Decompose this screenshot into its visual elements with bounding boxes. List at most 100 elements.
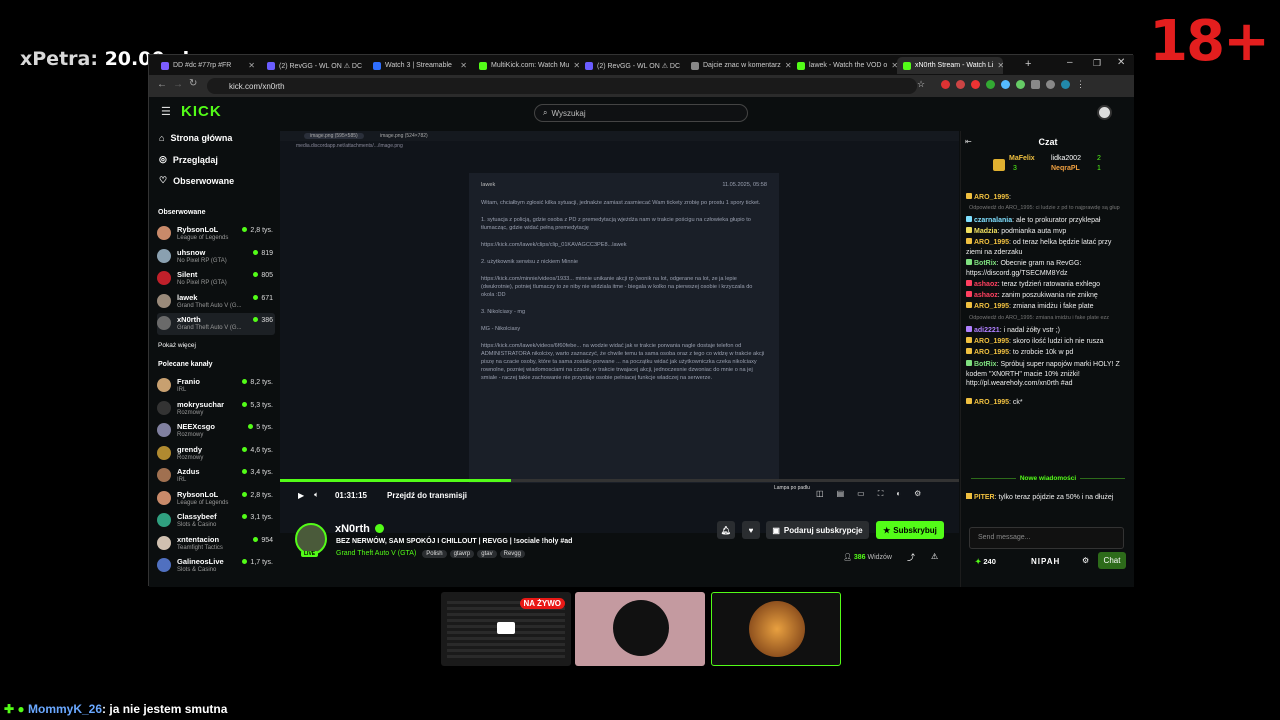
browser-tab[interactable]: Dajcie znac w komentarz ✕ bbox=[685, 57, 791, 74]
chat-username[interactable]: ARO_1995 bbox=[974, 303, 1009, 310]
play-icon[interactable]: ▶ bbox=[298, 491, 304, 500]
stream-tag[interactable]: gtavrp bbox=[449, 550, 475, 558]
cam-avatar-2[interactable] bbox=[711, 592, 841, 666]
chat-username[interactable]: adi2221 bbox=[974, 327, 1000, 334]
sidebar-channel[interactable]: Silent No Pixel RP (GTA) 805 bbox=[157, 268, 275, 290]
download-icon[interactable] bbox=[1046, 80, 1055, 89]
search-bar[interactable]: ⌕ Wyszukaj bbox=[534, 104, 748, 122]
sidebar-channel[interactable]: RybsonLoL League of Legends 2,8 tys. bbox=[157, 488, 275, 510]
theater-icon[interactable]: ▭ bbox=[857, 489, 865, 499]
restore-button[interactable]: ❐ bbox=[1093, 58, 1101, 69]
gift-subscription-button[interactable]: ▣ Podaruj subskrypcje bbox=[766, 521, 869, 539]
browser-tab[interactable]: xN0rth Stream - Watch Li ✕ bbox=[897, 57, 1003, 74]
volume-icon[interactable]: 🔈︎ bbox=[314, 490, 319, 500]
points-icon: ✦ bbox=[975, 557, 982, 566]
menu-dots-icon[interactable]: ⋮ bbox=[1076, 80, 1085, 89]
sidebar-channel[interactable]: Azdus IRL 3,4 tys. bbox=[157, 465, 275, 487]
address-bar[interactable]: kick.com/xn0rth bbox=[207, 78, 917, 94]
settings-icon[interactable]: ⚙ bbox=[914, 489, 921, 499]
share-icon[interactable]: ⤴ bbox=[907, 552, 915, 563]
streamer-name[interactable]: xN0rth bbox=[335, 523, 370, 535]
kick-logo[interactable]: KICK bbox=[181, 103, 222, 120]
chat-toggle-icon[interactable]: ▤ bbox=[837, 489, 845, 499]
minimize-button[interactable]: – bbox=[1067, 57, 1073, 68]
browser-tab[interactable]: Watch 3 | Streamable ✕ bbox=[367, 57, 473, 74]
chat-username[interactable]: Madzia bbox=[974, 228, 997, 235]
profile-icon[interactable] bbox=[1061, 80, 1070, 89]
extension-icon[interactable] bbox=[941, 80, 950, 89]
forward-icon[interactable]: → bbox=[173, 79, 183, 90]
chat-text: : teraz tydzień ratowania exhlego bbox=[997, 281, 1101, 288]
extension-icon[interactable] bbox=[1016, 80, 1025, 89]
back-icon[interactable]: ← bbox=[157, 79, 167, 90]
hamburger-icon[interactable]: ☰ bbox=[161, 105, 171, 118]
report-icon[interactable]: ⚠ bbox=[931, 552, 938, 561]
gift-icon: ▣ bbox=[772, 525, 780, 535]
chat-username[interactable]: ARO_1995 bbox=[974, 194, 1009, 201]
puzzle-icon[interactable] bbox=[1031, 80, 1040, 89]
sidebar-channel[interactable]: xN0rth Grand Theft Auto V (G... 386 bbox=[157, 313, 275, 335]
channel-avatar bbox=[157, 535, 171, 550]
chat-input[interactable]: Send message... bbox=[969, 527, 1124, 549]
cam-avatar-1[interactable] bbox=[575, 592, 705, 666]
bookmark-star-icon[interactable]: ☆ bbox=[917, 79, 925, 90]
sidebar-channel[interactable]: NEEXcsgo Rozmowy 5 tys. bbox=[157, 420, 275, 442]
browser-tab[interactable]: MultiKick.com: Watch Mu ✕ bbox=[473, 57, 579, 74]
sidebar-channel[interactable]: Classybeef Slots & Casino 3,1 tys. bbox=[157, 510, 275, 532]
chat-username[interactable]: ARO_1995 bbox=[974, 239, 1009, 246]
extension-icon[interactable] bbox=[1001, 80, 1010, 89]
nav-following[interactable]: ♡ Obserwowane bbox=[159, 175, 234, 186]
extension-icon[interactable] bbox=[971, 80, 980, 89]
sidebar-channel[interactable]: GalineosLive Slots & Casino 1,7 tys. bbox=[157, 555, 275, 577]
progress-bar[interactable] bbox=[280, 479, 959, 482]
chat-username[interactable]: ARO_1995 bbox=[974, 349, 1009, 356]
close-tab-icon[interactable]: ✕ bbox=[997, 61, 1003, 70]
sidebar-channel[interactable]: RybsonLoL League of Legends 2,8 tys. bbox=[157, 223, 275, 245]
sidebar-channel[interactable]: xntentacion Teamfight Tactics 954 bbox=[157, 533, 275, 555]
stream-tag[interactable]: gtav bbox=[477, 550, 497, 558]
stream-preview-thumbnail[interactable]: NA ŻYWO bbox=[441, 592, 571, 666]
follow-heart-button[interactable]: ♥ bbox=[742, 521, 760, 539]
close-tab-icon[interactable]: ✕ bbox=[248, 61, 255, 70]
extension-icon[interactable] bbox=[956, 80, 965, 89]
chat-settings-icon[interactable]: ⚙ bbox=[1082, 556, 1089, 565]
chat-username[interactable]: czarnalania bbox=[974, 217, 1012, 224]
close-window-button[interactable]: ✕ bbox=[1117, 57, 1125, 68]
channel-points[interactable]: ✦ 240 bbox=[975, 557, 996, 566]
sidebar-channel[interactable]: mokrysuchar Rozmowy 5,3 tys. bbox=[157, 398, 275, 420]
nav-home[interactable]: ⌂ Strona główna bbox=[159, 133, 232, 143]
video-player[interactable]: image.png (595×585) image.png (524×782) … bbox=[280, 131, 959, 533]
chat-username[interactable]: ashaoz bbox=[974, 281, 998, 288]
close-tab-icon[interactable]: ✕ bbox=[460, 61, 467, 70]
chat-username[interactable]: BotRix bbox=[974, 361, 997, 368]
browser-tab[interactable]: (2) RevGG - WL ON ⚠ DC✕ bbox=[579, 57, 685, 74]
clip-icon[interactable]: ◫ bbox=[816, 489, 824, 499]
subscribe-button[interactable]: ★ Subskrybuj bbox=[876, 521, 944, 539]
browser-tab[interactable]: (2) RevGG - WL ON ⚠ DC✕ bbox=[261, 57, 367, 74]
sidebar-channel[interactable]: Franio IRL 8,2 tys. bbox=[157, 375, 275, 397]
notification-bell-button[interactable]: 🔔︎ bbox=[717, 521, 735, 539]
stream-tag[interactable]: Polish bbox=[422, 550, 447, 558]
new-tab-button[interactable]: + bbox=[1025, 58, 1031, 70]
nav-browse[interactable]: ◎ Przeglądaj bbox=[159, 154, 218, 165]
sidebar-channel[interactable]: lawek Grand Theft Auto V (G... 671 bbox=[157, 291, 275, 313]
chat-username[interactable]: ashaoz bbox=[974, 292, 998, 299]
fullscreen-icon[interactable]: ⛶ bbox=[878, 489, 884, 499]
stream-tag[interactable]: Revgg bbox=[499, 550, 525, 558]
pip-icon[interactable]: ◐ bbox=[896, 489, 901, 499]
browser-tab[interactable]: DD #dc #77rp #FR ✕ bbox=[155, 57, 261, 74]
show-more-link[interactable]: Pokaż więcej bbox=[158, 342, 196, 349]
sidebar-channel[interactable]: grendy Rozmowy 4,6 tys. bbox=[157, 443, 275, 465]
extension-icon[interactable] bbox=[986, 80, 995, 89]
chat-username[interactable]: ARO_1995 bbox=[974, 338, 1009, 345]
sidebar-channel[interactable]: uhsnow No Pixel RP (GTA) 819 bbox=[157, 246, 275, 268]
user-avatar[interactable] bbox=[1097, 105, 1112, 120]
chat-username[interactable]: ARO_1995 bbox=[974, 399, 1009, 406]
send-chat-button[interactable]: Chat bbox=[1098, 552, 1126, 569]
browser-tab[interactable]: lawek - Watch the VOD o ✕ bbox=[791, 57, 897, 74]
reload-icon[interactable]: ↻ bbox=[189, 78, 197, 89]
chat-username[interactable]: BotRix bbox=[974, 260, 997, 267]
emote-label[interactable]: NIPAH bbox=[1031, 557, 1060, 566]
skip-to-live-button[interactable]: Przejdź do transmisji bbox=[387, 491, 467, 500]
stream-category[interactable]: Grand Theft Auto V (GTA) bbox=[336, 550, 416, 557]
